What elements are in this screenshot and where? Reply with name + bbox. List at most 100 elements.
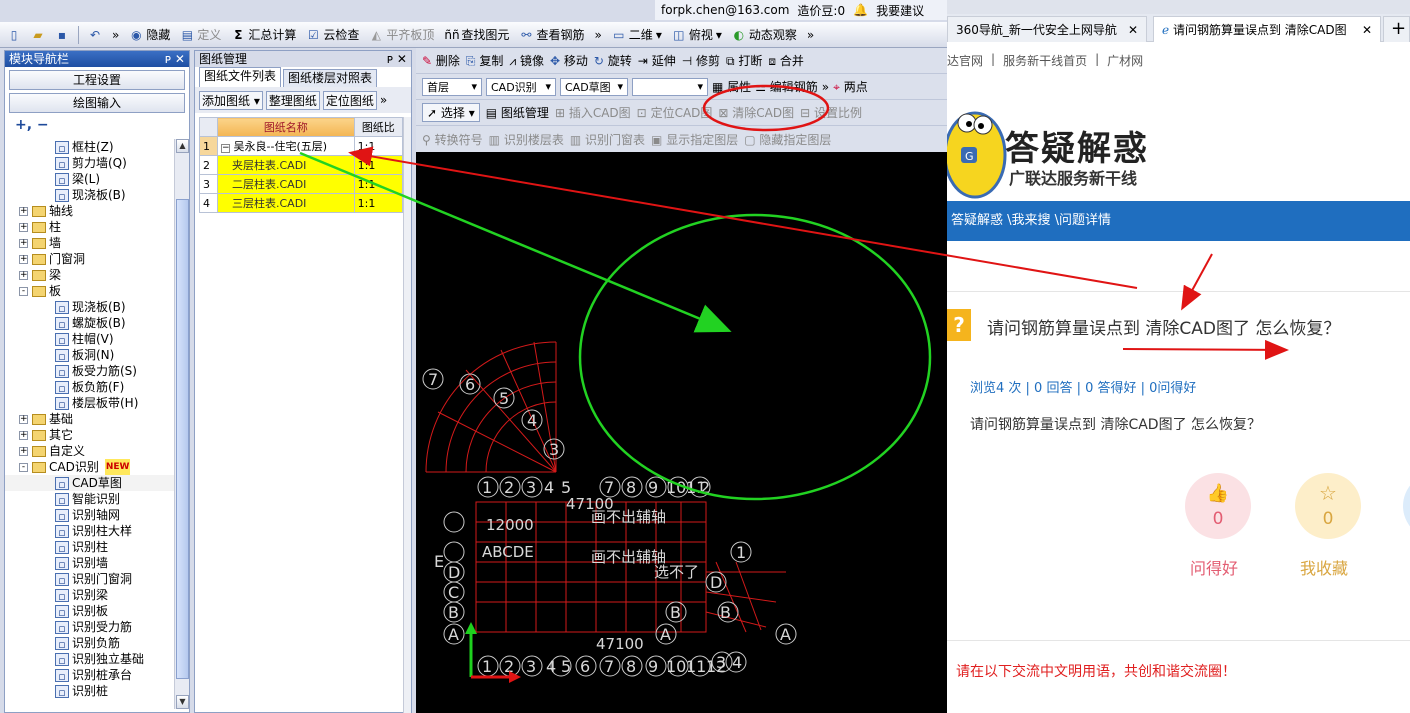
convert-symbol-button[interactable]: ⚲ 转换符号 <box>422 131 483 148</box>
expand-icon[interactable]: + <box>19 238 28 248</box>
tree-item[interactable]: + 其它 <box>5 427 175 443</box>
define-button[interactable]: ▤ 定义 <box>177 24 224 46</box>
tree-item[interactable]: ▫ 识别墙 <box>5 555 175 571</box>
save-button[interactable]: ▪ <box>52 24 72 46</box>
tree-item[interactable]: + 自定义 <box>5 443 175 459</box>
tree-item[interactable]: + 墙 <box>5 235 175 251</box>
tree-item[interactable]: ▫ 识别梁 <box>5 587 175 603</box>
overflow-arrow[interactable]: » <box>822 80 829 94</box>
tab-360-nav[interactable]: 360导航_新一代安全上网导航 ✕ <box>947 16 1147 42</box>
tab-drawing-list[interactable]: 图纸文件列表 <box>199 67 282 87</box>
undo-button[interactable]: ↶ <box>85 24 105 46</box>
tree-item[interactable]: ▫ 现浇板(B) <box>5 187 175 203</box>
tree-item[interactable]: + 轴线 <box>5 203 175 219</box>
hide-button[interactable]: ◉ 隐藏 <box>126 24 173 46</box>
tree-item[interactable]: -板 <box>5 283 175 299</box>
drawing-name-cell[interactable]: 三层柱表.CADI <box>217 193 355 213</box>
toolbar-overflow-3[interactable]: » <box>804 24 817 46</box>
insert-cad-button[interactable]: ⊞ 插入CAD图 <box>555 104 631 121</box>
cad-sketch-select[interactable]: CAD草图 ▾ <box>560 77 628 96</box>
favorite-button[interactable]: ☆ 0 <box>1295 473 1361 539</box>
tree-item[interactable]: ▫ 识别受力筋 <box>5 619 175 635</box>
tree-item[interactable]: - CAD识别 NEW <box>5 459 175 475</box>
element-select[interactable]: ▾ <box>632 77 708 96</box>
tab-floor-map[interactable]: 图纸楼层对照表 <box>283 69 378 87</box>
more-action-button[interactable] <box>1403 473 1410 539</box>
tree-item[interactable]: ▫ 梁(L) <box>5 171 175 187</box>
tree-item[interactable]: ▫ 楼层板带(H) <box>5 395 175 411</box>
recognize-floor-table-button[interactable]: ▥ 识别楼层表 <box>489 131 564 148</box>
tree-item[interactable]: ▫ 识别轴网 <box>5 507 175 523</box>
flat-top-button[interactable]: ◭ 平齐板顶 <box>366 24 437 46</box>
nav-link-home[interactable]: 服务新干线首页 <box>1003 52 1087 74</box>
drawing-name-cell[interactable]: − 吴永良--住宅(五层) <box>217 136 355 156</box>
tree-item[interactable]: ▫ 识别独立基础 <box>5 651 175 667</box>
dynamic-view-button[interactable]: ◐ 动态观察 <box>729 24 800 46</box>
new-file-button[interactable]: ▯ <box>4 24 24 46</box>
scroll-thumb[interactable] <box>176 199 189 679</box>
tree-item[interactable]: ▫ 框柱(Z) <box>5 139 175 155</box>
bell-icon[interactable]: 🔔 <box>853 3 868 17</box>
view-2d-dropdown[interactable]: ▭ 二维 ▾ <box>609 24 665 46</box>
good-question-button[interactable]: 👍 0 <box>1185 473 1251 539</box>
locate-cad-button[interactable]: ⊡ 定位CAD图 <box>637 104 713 121</box>
move-button[interactable]: ✥ 移动 <box>550 52 588 69</box>
panel-pin-close[interactable]: ᴘ ✕ <box>165 51 189 67</box>
tree-item[interactable]: ▫ 柱帽(V) <box>5 331 175 347</box>
tree-item[interactable]: + 门窗洞 <box>5 251 175 267</box>
tree-item[interactable]: ▫ 智能识别 <box>5 491 175 507</box>
view-mode-dropdown[interactable]: ◫ 俯视 ▾ <box>669 24 725 46</box>
good-question-label[interactable]: 问得好 <box>1190 555 1238 579</box>
sum-calc-button[interactable]: Σ 汇总计算 <box>228 24 299 46</box>
two-points-button[interactable]: ⌖ 两点 <box>833 78 868 95</box>
set-scale-button[interactable]: ⊟ 设置比例 <box>800 104 862 121</box>
col-scale-header[interactable]: 图纸比 <box>353 117 404 137</box>
show-layer-button[interactable]: ▣ 显示指定图层 <box>651 131 738 148</box>
tree-item[interactable]: + 梁 <box>5 267 175 283</box>
tree-item[interactable]: ▫ 板洞(N) <box>5 347 175 363</box>
table-row[interactable]: 4 三层柱表.CADI 1:1 <box>199 193 404 213</box>
cad-recognize-select[interactable]: CAD识别 ▾ <box>486 77 556 96</box>
col-name-header[interactable]: 图纸名称 <box>217 117 355 137</box>
tree-item[interactable]: ▫ 板负筋(F) <box>5 379 175 395</box>
nav-link-material[interactable]: 广材网 <box>1107 52 1143 74</box>
drawing-panel-scrollbar[interactable] <box>403 117 411 713</box>
tree-item[interactable]: ▫ 识别柱 <box>5 539 175 555</box>
add-drawing-button[interactable]: 添加图纸 ▾ <box>199 90 263 110</box>
tree-item[interactable]: ▫ 识别桩承台 <box>5 667 175 683</box>
project-settings-button[interactable]: 工程设置 <box>9 70 185 90</box>
new-tab-button[interactable]: + <box>1383 16 1410 42</box>
tree-item[interactable]: ▫ 剪力墙(Q) <box>5 155 175 171</box>
tree-item[interactable]: ▫ 识别门窗洞 <box>5 571 175 587</box>
expand-icon[interactable]: + <box>19 254 28 264</box>
trim-button[interactable]: ⊣ 修剪 <box>682 52 720 69</box>
close-icon[interactable]: ✕ <box>1128 17 1138 43</box>
cloud-check-button[interactable]: ☑ 云检查 <box>303 24 362 46</box>
edit-rebar-button[interactable]: ⚍ 编辑钢筋 <box>755 78 818 95</box>
locate-drawing-button[interactable]: 定位图纸 <box>322 90 377 110</box>
close-icon[interactable]: ✕ <box>1362 17 1372 43</box>
drawing-mgmt-button[interactable]: ▤ 图纸管理 <box>486 104 549 121</box>
recognize-door-table-button[interactable]: ▥ 识别门窗表 <box>570 131 645 148</box>
merge-button[interactable]: ⧈ 合并 <box>768 52 803 69</box>
drawing-name-cell[interactable]: 夹层柱表.CADI <box>217 155 355 175</box>
toolbar-overflow[interactable]: » <box>109 24 122 46</box>
expand-icon[interactable]: + <box>19 414 28 424</box>
table-row[interactable]: 3 二层柱表.CADI 1:1 <box>199 174 404 194</box>
floor-select[interactable]: 首层 ▾ <box>422 77 482 96</box>
tree-item[interactable]: ▫ 识别板 <box>5 603 175 619</box>
expand-icon[interactable]: + <box>19 446 28 456</box>
tree-item[interactable]: ▫ 识别柱大样 <box>5 523 175 539</box>
expand-icon[interactable]: + <box>19 270 28 280</box>
expand-icon[interactable]: + <box>19 222 28 232</box>
extend-button[interactable]: ⇥ 延伸 <box>638 52 676 69</box>
tree-item[interactable]: ▫ 识别桩 <box>5 683 175 699</box>
open-button[interactable]: ▰ <box>28 24 48 46</box>
account-email[interactable]: forpk.chen@163.com <box>661 3 789 17</box>
favorite-label[interactable]: 我收藏 <box>1300 555 1348 579</box>
cad-drawing-canvas[interactable]: 765 43 123 45 789 10 11 2 123 456 789 10 11… <box>416 152 947 713</box>
tree-item[interactable]: ▫ 现浇板(B) <box>5 299 175 315</box>
tree-item[interactable]: + 基础 <box>5 411 175 427</box>
drawing-buttons-overflow[interactable]: » <box>380 93 387 107</box>
break-button[interactable]: ⧉ 打断 <box>726 52 762 69</box>
